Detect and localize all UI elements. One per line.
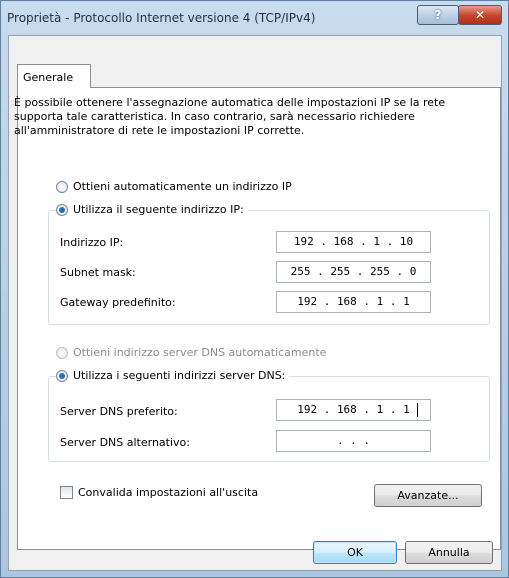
ip-address-label: Indirizzo IP: bbox=[60, 236, 124, 249]
preferred-dns-label: Server DNS preferito: bbox=[60, 405, 178, 418]
radio-selected-icon bbox=[56, 369, 68, 382]
cancel-button[interactable]: Annulla bbox=[405, 541, 493, 564]
alternate-dns-label: Server DNS alternativo: bbox=[60, 436, 190, 449]
ip-address-input[interactable]: 192 . 168 . 1 . 10 bbox=[276, 231, 431, 253]
dns-auto-radio[interactable]: Ottieni indirizzo server DNS automaticam… bbox=[56, 346, 326, 359]
subnet-mask-label: Subnet mask: bbox=[60, 266, 136, 279]
alternate-dns-input[interactable]: . . . bbox=[276, 430, 431, 452]
dns-auto-label: Ottieni indirizzo server DNS automaticam… bbox=[73, 346, 327, 359]
checkbox-icon bbox=[60, 486, 73, 499]
preferred-dns-input[interactable]: 192 . 168 . 1 . 1 bbox=[276, 399, 431, 421]
help-button[interactable]: ? bbox=[417, 5, 459, 25]
ok-button[interactable]: OK bbox=[313, 541, 397, 564]
ip-auto-label: Ottieni automaticamente un indirizzo IP bbox=[73, 180, 292, 193]
dns-manual-radio[interactable]: Utilizza i seguenti indirizzi server DNS… bbox=[56, 369, 290, 382]
close-button[interactable]: ✕ bbox=[458, 5, 502, 25]
tab-generale[interactable]: Generale bbox=[17, 64, 91, 88]
text-caret bbox=[417, 403, 418, 417]
advanced-button[interactable]: Avanzate... bbox=[374, 484, 482, 507]
ip-manual-radio[interactable]: Utilizza il seguente indirizzo IP: bbox=[56, 203, 248, 216]
subnet-mask-input[interactable]: 255 . 255 . 255 . 0 bbox=[276, 261, 431, 283]
window-title: Proprietà - Protocollo Internet versione… bbox=[7, 11, 316, 25]
validate-label: Convalida impostazioni all'uscita bbox=[78, 486, 259, 499]
radio-selected-icon bbox=[56, 203, 68, 216]
description-text: È possibile ottenere l'assegnazione auto… bbox=[14, 96, 446, 137]
gateway-label: Gateway predefinito: bbox=[60, 296, 176, 309]
dns-manual-label: Utilizza i seguenti indirizzi server DNS… bbox=[73, 369, 286, 382]
radio-disabled-icon bbox=[56, 346, 68, 359]
ip-manual-label: Utilizza il seguente indirizzo IP: bbox=[73, 203, 244, 216]
gateway-input[interactable]: 192 . 168 . 1 . 1 bbox=[276, 291, 431, 313]
validate-checkbox[interactable]: Convalida impostazioni all'uscita bbox=[60, 486, 258, 499]
title-bar[interactable]: Proprietà - Protocollo Internet versione… bbox=[1, 1, 508, 35]
ip-auto-radio[interactable]: Ottieni automaticamente un indirizzo IP bbox=[56, 180, 292, 193]
radio-icon bbox=[56, 180, 68, 193]
